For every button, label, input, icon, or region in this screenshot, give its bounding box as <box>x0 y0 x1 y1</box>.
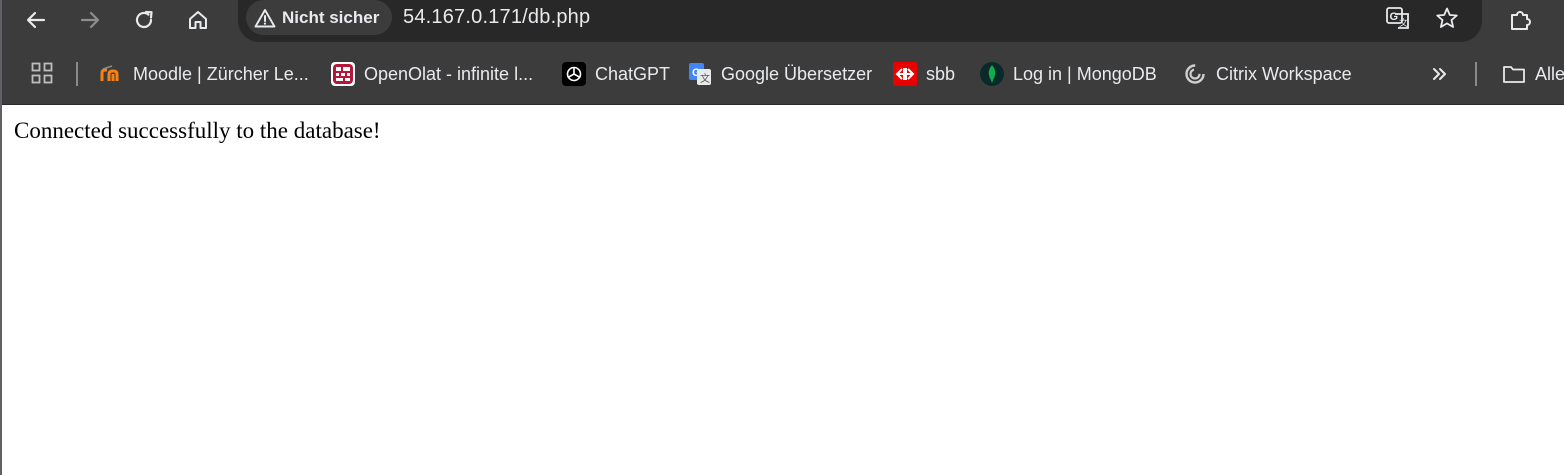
apps-grid-icon <box>31 62 53 84</box>
svg-text:文: 文 <box>700 72 710 85</box>
forward-button[interactable] <box>73 3 107 37</box>
chatgpt-icon <box>562 62 586 86</box>
bookmark-label: Log in | MongoDB <box>1013 63 1157 84</box>
reload-button[interactable] <box>127 3 161 37</box>
extensions-button[interactable] <box>1504 3 1538 37</box>
bookmark-mongodb[interactable]: Log in | MongoDB <box>980 60 1157 88</box>
bookmark-openolat[interactable]: OpenOlat - infinite l... <box>331 60 533 88</box>
home-button[interactable] <box>181 3 215 37</box>
bookmarks-divider <box>1475 62 1477 86</box>
home-icon <box>189 11 207 29</box>
bookmark-label: Alle <box>1535 63 1564 84</box>
bookmark-label: sbb <box>926 63 956 84</box>
all-bookmarks-folder[interactable]: Alle <box>1502 60 1564 88</box>
apps-button[interactable] <box>30 61 54 85</box>
svg-text:文: 文 <box>1399 17 1408 28</box>
openolat-icon <box>331 62 355 86</box>
mongodb-icon <box>980 62 1004 86</box>
sbb-icon <box>893 62 917 86</box>
folder-icon <box>1502 62 1526 86</box>
citrix-icon <box>1183 62 1207 86</box>
bookmark-star-button[interactable] <box>1433 4 1461 32</box>
moodle-icon <box>100 62 124 86</box>
double-chevron-right-icon <box>1433 68 1446 80</box>
star-icon <box>1436 7 1458 28</box>
bookmark-label: Citrix Workspace <box>1216 63 1352 84</box>
bookmark-chatgpt[interactable]: ChatGPT <box>562 60 670 88</box>
arrow-left-icon <box>26 11 46 29</box>
address-bar[interactable]: Nicht sicher 54.167.0.171/db.php G 文 <box>238 0 1482 42</box>
browser-toolbar: Nicht sicher 54.167.0.171/db.php G 文 <box>2 0 1564 46</box>
security-label: Nicht sicher <box>282 7 380 27</box>
translate-icon: G 文 <box>1386 7 1409 29</box>
bookmark-sbb[interactable]: sbb <box>893 60 955 88</box>
back-button[interactable] <box>19 3 53 37</box>
page-content: Connected successfully to the database! <box>2 105 1564 475</box>
browser-window: Nicht sicher 54.167.0.171/db.php G 文 Moo… <box>0 0 1564 475</box>
translate-button[interactable]: G 文 <box>1384 4 1412 32</box>
bookmark-label: ChatGPT <box>595 63 671 84</box>
warning-icon <box>254 8 276 27</box>
url-text[interactable]: 54.167.0.171/db.php <box>403 6 590 29</box>
svg-text:G: G <box>1390 11 1399 23</box>
connection-message: Connected successfully to the database! <box>14 118 381 143</box>
bookmark-google-translate[interactable]: G 文 Google Übersetzer <box>688 60 872 88</box>
bookmarks-bar: Moodle | Zürcher Le... OpenOlat - infini… <box>2 46 1564 105</box>
bookmarks-divider <box>76 62 78 86</box>
arrow-right-icon <box>80 11 100 29</box>
bookmark-label: Moodle | Zürcher Le... <box>133 63 309 84</box>
bookmark-label: OpenOlat - infinite l... <box>364 63 534 84</box>
bookmark-label: Google Übersetzer <box>721 63 873 84</box>
bookmark-moodle[interactable]: Moodle | Zürcher Le... <box>100 60 309 88</box>
bookmark-citrix[interactable]: Citrix Workspace <box>1183 60 1352 88</box>
security-chip[interactable]: Nicht sicher <box>246 0 393 35</box>
puzzle-icon <box>1511 11 1531 30</box>
reload-icon <box>135 10 153 29</box>
google-translate-icon: G 文 <box>688 62 712 86</box>
bookmarks-overflow-button[interactable] <box>1430 60 1450 88</box>
